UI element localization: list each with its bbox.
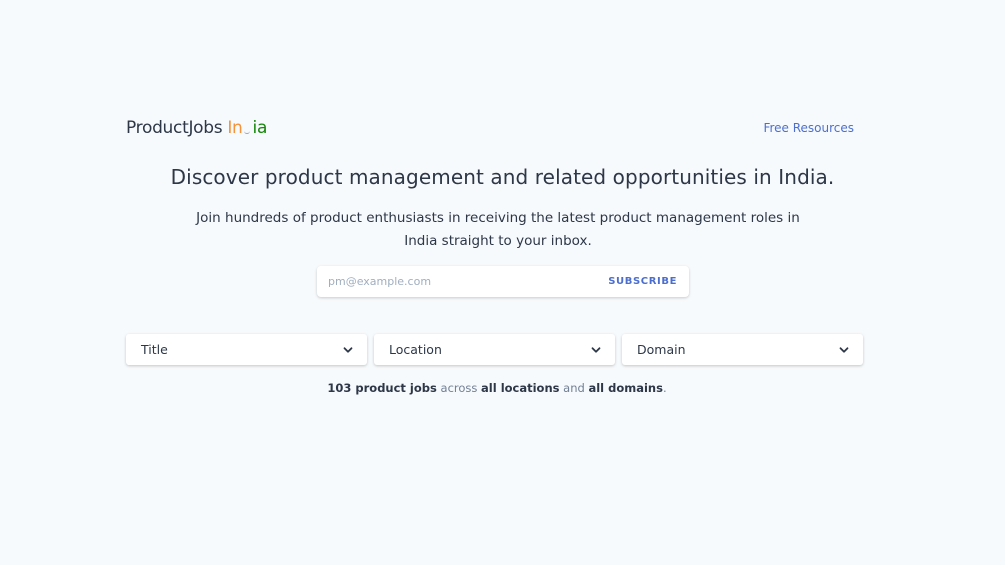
location-filter-label: Location — [389, 342, 442, 357]
logo-country-end: ia — [252, 118, 268, 138]
logo-brand-text: ProductJobs — [126, 118, 223, 138]
chevron-down-icon — [591, 346, 601, 353]
domain-filter-select[interactable]: Domain — [622, 334, 863, 365]
site-logo[interactable]: ProductJobs In ia — [126, 118, 267, 138]
page-headline: Discover product management and related … — [170, 165, 835, 189]
email-input[interactable] — [317, 266, 601, 297]
logo-chakra-icon — [243, 121, 253, 134]
filter-bar: Title Location Domain — [126, 334, 863, 365]
location-filter-select[interactable]: Location — [374, 334, 615, 365]
results-summary: 103 product jobs across all locations an… — [0, 381, 994, 395]
page-subheadline: Join hundreds of product enthusiasts in … — [196, 210, 800, 249]
logo-country-start: In — [227, 118, 243, 138]
summary-period: . — [662, 381, 667, 395]
summary-across: across — [440, 381, 478, 395]
summary-and: and — [563, 381, 585, 395]
chevron-down-icon — [343, 346, 353, 353]
selected-domains: all domains — [588, 381, 663, 395]
domain-filter-label: Domain — [637, 342, 686, 357]
site-header: ProductJobs In ia Free Resources — [126, 114, 854, 142]
title-filter-label: Title — [141, 342, 168, 357]
subscribe-button[interactable]: SUBSCRIBE — [600, 266, 689, 297]
selected-locations: all locations — [481, 381, 560, 395]
chevron-down-icon — [839, 346, 849, 353]
subscribe-form: SUBSCRIBE — [317, 266, 689, 297]
job-count: 103 product jobs — [327, 381, 437, 395]
title-filter-select[interactable]: Title — [126, 334, 367, 365]
free-resources-link[interactable]: Free Resources — [763, 121, 854, 135]
